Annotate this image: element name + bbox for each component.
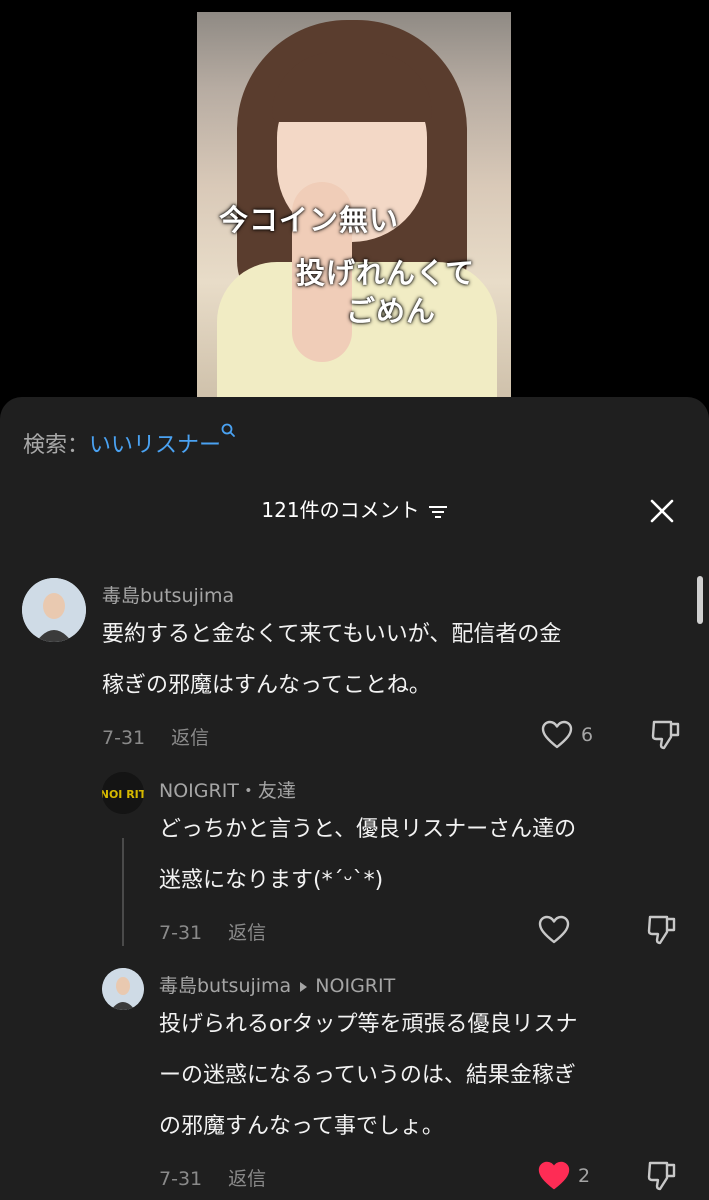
reply-button[interactable]: 返信 (171, 727, 209, 749)
comment-text-line: 要約すると金なくて来てもいいが、配信者の金 (102, 622, 562, 647)
username-text[interactable]: 毒島butsujima (159, 975, 291, 997)
avatar-image (22, 578, 86, 642)
search-suggestion[interactable]: 検索：いいリスナー (23, 423, 237, 459)
avatar[interactable] (22, 578, 86, 642)
search-icon (221, 423, 235, 437)
like-count: 6 (581, 724, 594, 746)
close-icon[interactable] (648, 497, 676, 525)
like-count: 2 (578, 1165, 591, 1187)
comment-username[interactable]: 毒島butsujima (102, 581, 234, 608)
avatar[interactable]: NOI RIT (102, 772, 144, 814)
reply-target[interactable]: NOIGRIT (315, 975, 395, 997)
comment-text-line: 投げられるorタップ等を頑張る優良リスナ (159, 1012, 578, 1037)
username-text[interactable]: NOIGRIT (159, 780, 239, 802)
comment-meta: 7-31 返信 (102, 723, 209, 750)
comment-username[interactable]: NOIGRIT・友達 (159, 776, 296, 803)
heart-icon[interactable] (538, 915, 570, 945)
scrollbar[interactable] (697, 576, 703, 624)
heart-icon[interactable] (538, 1161, 570, 1191)
reply-button[interactable]: 返信 (228, 1168, 266, 1190)
video-caption-line1: 今コイン無い (219, 203, 400, 237)
search-query[interactable]: いいリスナー (89, 433, 221, 458)
comment-date: 7-31 (159, 1168, 203, 1190)
comment-date: 7-31 (102, 727, 146, 749)
filter-icon[interactable] (428, 504, 448, 520)
comment-meta: 7-31 返信 (159, 1164, 266, 1191)
comments-count-title: 121件のコメント (261, 498, 420, 522)
thread-line (122, 838, 124, 946)
comment-text-line: の邪魔すんなって事でしょ。 (159, 1114, 444, 1139)
avatar-image (102, 968, 144, 1010)
reply-button[interactable]: 返信 (228, 922, 266, 944)
comment-date: 7-31 (159, 922, 203, 944)
dislike-icon[interactable] (649, 718, 683, 752)
friend-tag: ・友達 (238, 780, 296, 802)
avatar[interactable] (102, 968, 144, 1010)
comment-meta: 7-31 返信 (159, 918, 266, 945)
dislike-icon[interactable] (645, 913, 679, 947)
dislike-icon[interactable] (645, 1159, 679, 1193)
svg-text:NOI RIT: NOI RIT (102, 788, 144, 801)
comments-header: 121件のコメント (0, 494, 709, 523)
search-label: 検索： (23, 433, 90, 458)
video-caption-line3: ごめん (346, 294, 437, 328)
comment-text-line: ーの迷惑になるっていうのは、結果金稼ぎ (159, 1063, 576, 1088)
avatar-logo: NOI RIT (102, 772, 144, 814)
comment-username[interactable]: 毒島butsujima NOIGRIT (159, 971, 395, 998)
video-caption-line2: 投げれんくて (296, 256, 476, 290)
comment-text-line: 稼ぎの邪魔はすんなってことね。 (102, 673, 431, 698)
comment-text-line: どっちかと言うと、優良リスナーさん達の (159, 817, 577, 842)
comment-text-line: 迷惑になります(*ˊᵕˋ*) (159, 868, 384, 893)
heart-icon[interactable] (541, 720, 573, 750)
caret-right-icon (300, 981, 308, 992)
